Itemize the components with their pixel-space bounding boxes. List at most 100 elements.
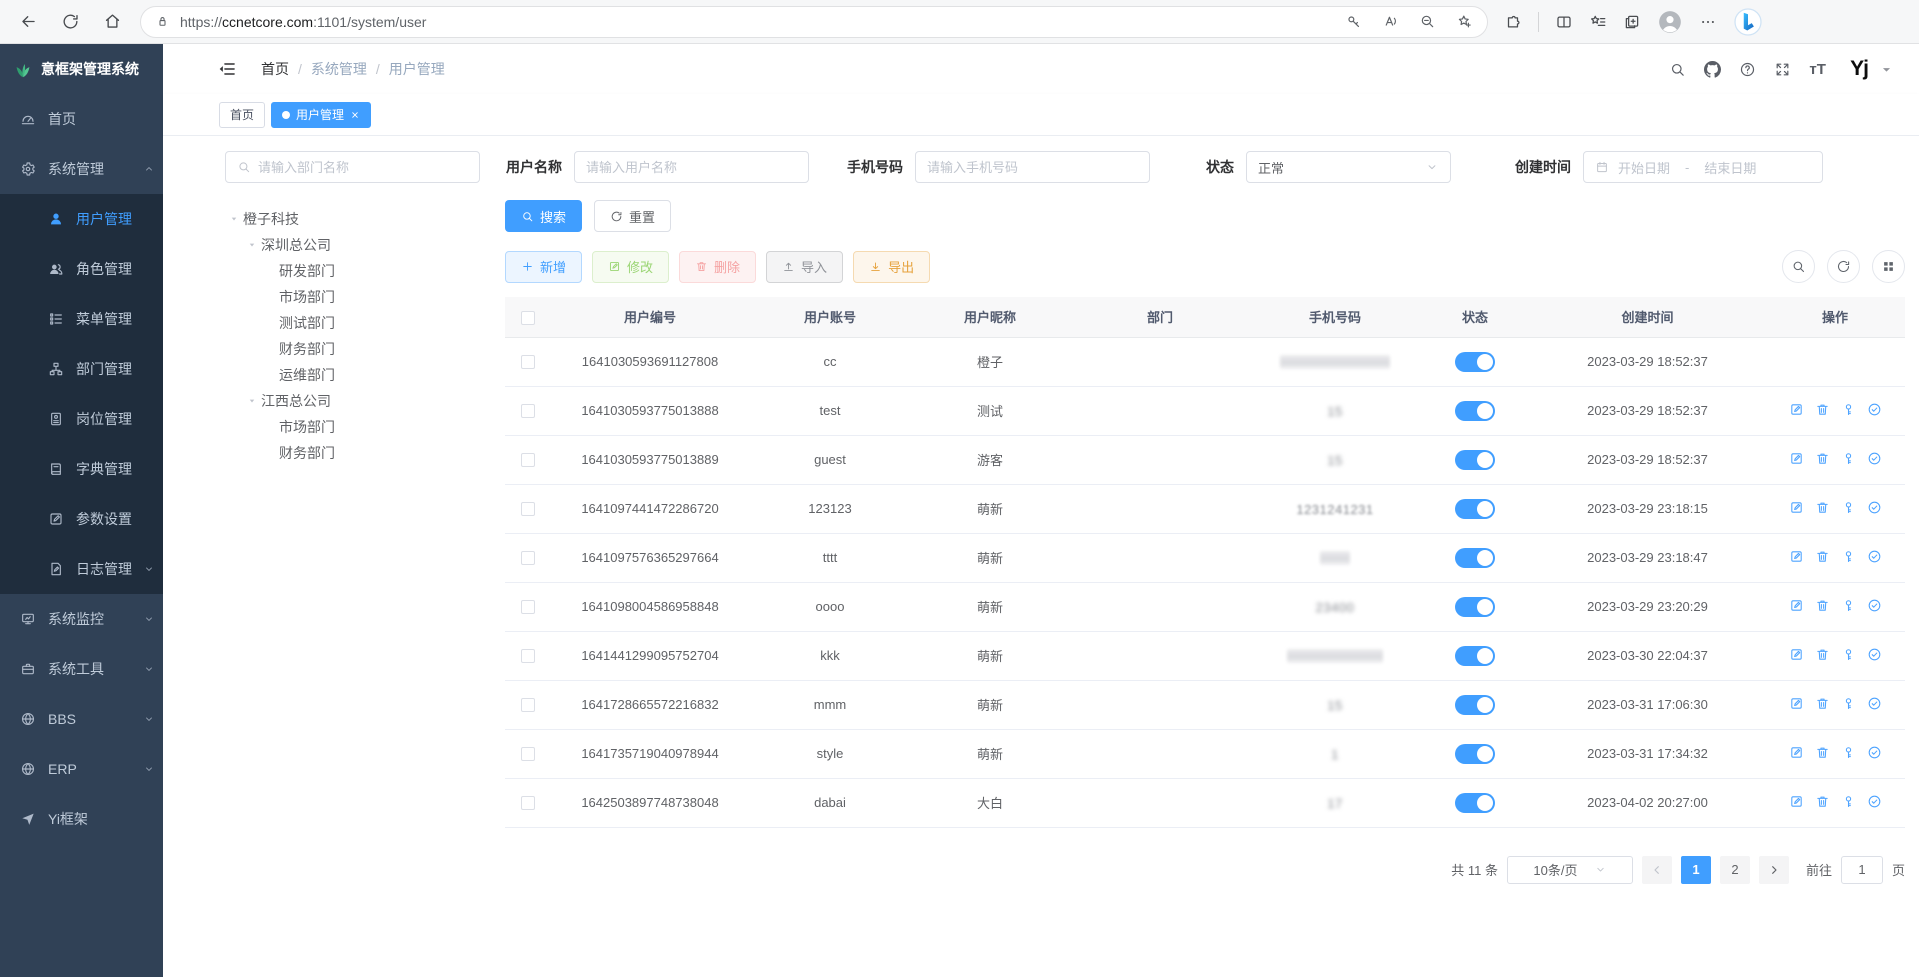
key-icon[interactable] <box>1345 13 1362 30</box>
circle-search-button[interactable] <box>1782 250 1815 283</box>
zoom-out-icon[interactable] <box>1419 13 1436 30</box>
action-check-icon[interactable] <box>1867 745 1882 760</box>
tree-node[interactable]: 橙子科技 <box>225 206 505 232</box>
action-check-icon[interactable] <box>1867 647 1882 662</box>
split-screen-icon[interactable] <box>1555 13 1573 31</box>
action-key-icon[interactable] <box>1841 598 1856 613</box>
action-delete-icon[interactable] <box>1815 696 1830 711</box>
font-size-icon[interactable]: тT <box>1809 61 1826 78</box>
action-key-icon[interactable] <box>1841 745 1856 760</box>
import-button[interactable]: 导入 <box>766 251 843 283</box>
dept-search-input[interactable] <box>225 151 480 183</box>
status-toggle[interactable] <box>1455 646 1495 666</box>
goto-page-input[interactable] <box>1841 856 1883 884</box>
username-field[interactable] <box>586 160 797 175</box>
sidebar-item-erp[interactable]: ERP <box>0 744 163 794</box>
extensions-icon[interactable] <box>1504 13 1522 31</box>
export-button[interactable]: 导出 <box>853 251 930 283</box>
phone-input[interactable] <box>915 151 1150 183</box>
action-key-icon[interactable] <box>1841 647 1856 662</box>
action-key-icon[interactable] <box>1841 549 1856 564</box>
favorite-add-icon[interactable] <box>1456 13 1473 30</box>
action-edit-icon[interactable] <box>1789 549 1804 564</box>
action-key-icon[interactable] <box>1841 794 1856 809</box>
action-delete-icon[interactable] <box>1815 549 1830 564</box>
action-delete-icon[interactable] <box>1815 402 1830 417</box>
modify-button[interactable]: 修改 <box>592 251 669 283</box>
date-range-picker[interactable]: 开始日期 - 结束日期 <box>1583 151 1823 183</box>
row-checkbox[interactable] <box>521 796 535 810</box>
action-key-icon[interactable] <box>1841 500 1856 515</box>
collections-icon[interactable] <box>1623 13 1641 31</box>
row-checkbox[interactable] <box>521 698 535 712</box>
status-select[interactable]: 正常 <box>1246 151 1451 183</box>
close-icon[interactable] <box>350 110 360 120</box>
breadcrumb-item[interactable]: 用户管理 <box>389 59 445 79</box>
breadcrumb-item[interactable]: 系统管理 <box>311 59 367 79</box>
github-icon[interactable] <box>1704 61 1721 78</box>
action-check-icon[interactable] <box>1867 598 1882 613</box>
status-toggle[interactable] <box>1455 744 1495 764</box>
tree-node[interactable]: 财务部门 <box>225 336 505 362</box>
sidebar-item-home[interactable]: 首页 <box>0 94 163 144</box>
action-delete-icon[interactable] <box>1815 598 1830 613</box>
sidebar-item-dict[interactable]: 字典管理 <box>0 444 163 494</box>
status-toggle[interactable] <box>1455 597 1495 617</box>
row-checkbox[interactable] <box>521 404 535 418</box>
add-button[interactable]: 新增 <box>505 251 582 283</box>
sidebar-item-user[interactable]: 用户管理 <box>0 194 163 244</box>
action-edit-icon[interactable] <box>1789 647 1804 662</box>
row-checkbox[interactable] <box>521 355 535 369</box>
home-button[interactable] <box>94 5 130 39</box>
action-edit-icon[interactable] <box>1789 794 1804 809</box>
action-check-icon[interactable] <box>1867 794 1882 809</box>
status-toggle[interactable] <box>1455 401 1495 421</box>
action-key-icon[interactable] <box>1841 451 1856 466</box>
sidebar-item-yiframe[interactable]: Yi框架 <box>0 794 163 844</box>
status-toggle[interactable] <box>1455 548 1495 568</box>
action-delete-icon[interactable] <box>1815 794 1830 809</box>
row-checkbox[interactable] <box>521 649 535 663</box>
action-edit-icon[interactable] <box>1789 451 1804 466</box>
user-avatar[interactable]: Yj <box>1850 57 1868 81</box>
url-bar[interactable]: https://ccnetcore.com:1101/system/user <box>140 6 1488 38</box>
page-button-2[interactable]: 2 <box>1720 856 1750 884</box>
action-edit-icon[interactable] <box>1789 745 1804 760</box>
tree-node[interactable]: 市场部门 <box>225 284 505 310</box>
username-input[interactable] <box>574 151 809 183</box>
select-all-checkbox[interactable] <box>521 311 535 325</box>
status-toggle[interactable] <box>1455 793 1495 813</box>
sidebar-item-system[interactable]: 系统管理 <box>0 144 163 194</box>
circle-refresh-button[interactable] <box>1827 250 1860 283</box>
action-check-icon[interactable] <box>1867 451 1882 466</box>
tree-node[interactable]: 财务部门 <box>225 440 505 466</box>
sidebar-item-dept[interactable]: 部门管理 <box>0 344 163 394</box>
action-delete-icon[interactable] <box>1815 451 1830 466</box>
tab-用户管理[interactable]: 用户管理 <box>271 102 371 128</box>
sidebar-item-tools[interactable]: 系统工具 <box>0 644 163 694</box>
sidebar-item-post[interactable]: 岗位管理 <box>0 394 163 444</box>
row-checkbox[interactable] <box>521 551 535 565</box>
row-checkbox[interactable] <box>521 502 535 516</box>
status-toggle[interactable] <box>1455 695 1495 715</box>
breadcrumb-item[interactable]: 首页 <box>261 59 289 79</box>
tree-node[interactable]: 深圳总公司 <box>225 232 505 258</box>
row-checkbox[interactable] <box>521 747 535 761</box>
back-button[interactable] <box>10 5 46 39</box>
user-menu-caret-icon[interactable] <box>1878 64 1895 81</box>
search-icon[interactable] <box>1669 61 1686 78</box>
tab-首页[interactable]: 首页 <box>219 102 265 128</box>
action-check-icon[interactable] <box>1867 500 1882 515</box>
fullscreen-icon[interactable] <box>1774 61 1791 78</box>
row-checkbox[interactable] <box>521 453 535 467</box>
refresh-button[interactable] <box>52 5 88 39</box>
sidebar-collapse-icon[interactable] <box>217 59 237 79</box>
bing-icon[interactable] <box>1733 7 1763 37</box>
tree-node[interactable]: 研发部门 <box>225 258 505 284</box>
action-delete-icon[interactable] <box>1815 745 1830 760</box>
more-icon[interactable] <box>1699 13 1717 31</box>
action-edit-icon[interactable] <box>1789 500 1804 515</box>
next-page-button[interactable] <box>1759 856 1789 884</box>
grid-button[interactable] <box>1872 250 1905 283</box>
action-check-icon[interactable] <box>1867 696 1882 711</box>
